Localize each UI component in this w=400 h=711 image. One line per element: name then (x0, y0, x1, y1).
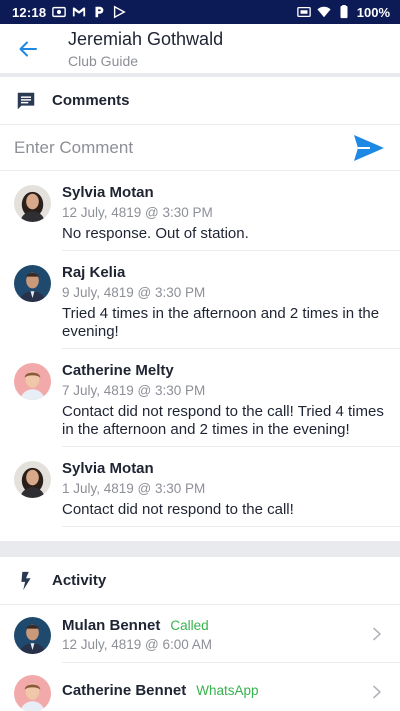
comment-text: No response. Out of station. (62, 225, 249, 242)
avatar (14, 616, 51, 654)
comment-timestamp: 1 July, 4819 @ 3:30 PM (62, 481, 206, 496)
page-subtitle: Club Guide (68, 52, 139, 69)
activity-row[interactable]: Mulan Bennet Called 12 July, 4819 @ 6:00… (0, 605, 400, 663)
chevron-right-icon (368, 625, 386, 643)
activity-list: Mulan Bennet Called 12 July, 4819 @ 6:00… (0, 605, 400, 711)
comment-author: Catherine Melty (62, 362, 174, 379)
avatar (14, 461, 51, 498)
comment-input[interactable] (14, 137, 352, 158)
comment-input-row (0, 125, 400, 171)
activity-type-badge: Called (170, 617, 209, 633)
activity-section-title: Activity (52, 572, 107, 589)
avatar (14, 185, 51, 222)
section-divider (0, 541, 400, 557)
comment-timestamp: 9 July, 4819 @ 3:30 PM (62, 285, 206, 300)
page-title: Jeremiah Gothwald (68, 28, 224, 49)
wifi-icon (317, 5, 331, 19)
list-item: Catherine Melty 7 July, 4819 @ 3:30 PM C… (0, 349, 400, 447)
avatar (14, 363, 51, 400)
comment-text: Contact did not respond to the call! (62, 501, 294, 518)
comment-timestamp: 12 July, 4819 @ 3:30 PM (62, 205, 213, 220)
activity-name: Mulan Bennet (62, 616, 161, 634)
activity-type-badge: WhatsApp (196, 683, 259, 698)
status-time: 12:18 (12, 4, 47, 20)
comment-author: Sylvia Motan (62, 460, 154, 477)
back-button[interactable] (14, 35, 42, 63)
comment-timestamp: 7 July, 4819 @ 3:30 PM (62, 383, 206, 398)
comment-text: Tried 4 times in the afternoon and 2 tim… (62, 305, 380, 340)
list-item: Sylvia Motan 12 July, 4819 @ 3:30 PM No … (0, 171, 400, 251)
status-bar: 12:18 100% (0, 0, 400, 24)
battery-percent: 100% (356, 4, 390, 20)
p-icon (92, 5, 106, 19)
list-item: Raj Kelia 9 July, 4819 @ 3:30 PM Tried 4… (0, 251, 400, 349)
play-icon (112, 5, 126, 19)
activity-timestamp: 12 July, 4819 @ 6:00 AM (62, 636, 213, 652)
chevron-right-icon (368, 683, 386, 701)
comment-author: Sylvia Motan (62, 184, 154, 201)
comment-author: Raj Kelia (62, 264, 126, 281)
app-header: Jeremiah Gothwald Club Guide (0, 24, 400, 77)
comment-icon (15, 90, 37, 112)
send-button[interactable] (352, 133, 386, 163)
list-item: Sylvia Motan 1 July, 4819 @ 3:30 PM Cont… (0, 447, 400, 527)
lightning-icon (15, 570, 37, 592)
activity-row[interactable]: Catherine Bennet WhatsApp (0, 663, 400, 711)
battery-icon (337, 5, 351, 19)
gmail-icon (72, 5, 86, 19)
image-icon (52, 5, 67, 19)
avatar (14, 674, 51, 711)
activity-name: Catherine Bennet (62, 682, 187, 699)
send-icon (354, 134, 384, 161)
cast-icon (296, 5, 311, 19)
comments-section-title: Comments (52, 92, 130, 109)
arrow-left-icon (19, 41, 37, 56)
comment-list: Sylvia Motan 12 July, 4819 @ 3:30 PM No … (0, 171, 400, 527)
comments-section-header: Comments (0, 77, 400, 125)
comment-text: Contact did not respond to the call! Tri… (62, 403, 384, 438)
avatar (14, 265, 51, 302)
activity-section-header: Activity (0, 557, 400, 605)
